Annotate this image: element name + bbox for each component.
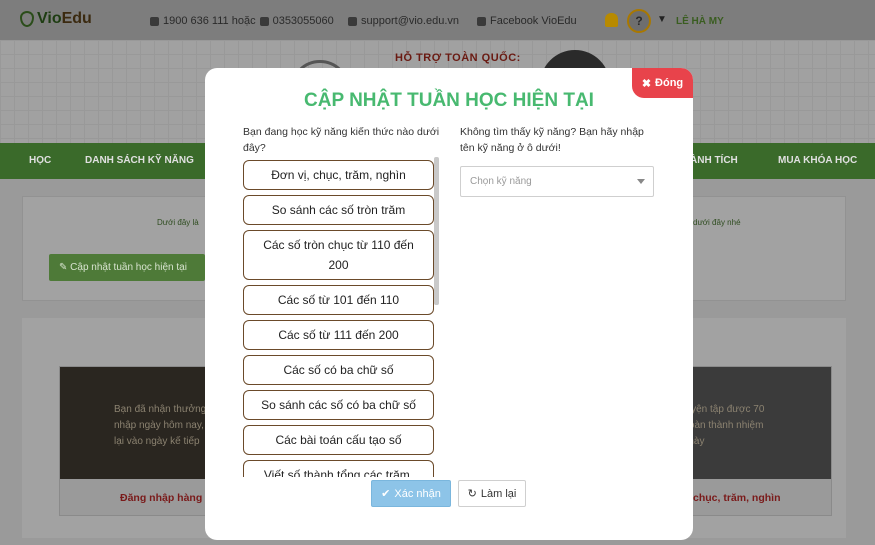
- logo-icon: [20, 11, 34, 27]
- update-week-label: Cập nhật tuần học hiện tại: [70, 262, 187, 273]
- skill-question: Bạn đang học kỹ năng kiến thức nào dưới …: [243, 126, 440, 154]
- phone-number: 1900 636 111 hoặc: [163, 15, 256, 27]
- nav-item-achievements[interactable]: ÀNH TÍCH: [690, 155, 738, 166]
- refresh-icon: ↻: [467, 488, 477, 500]
- intro-text-left: Dưới đây là: [157, 218, 199, 227]
- reset-button[interactable]: ↻ Làm lại: [458, 480, 526, 507]
- facebook-label: Facebook VioEdu: [490, 15, 577, 27]
- skill-option[interactable]: Các bài toán cấu tạo số: [243, 425, 434, 455]
- skill-option[interactable]: Các số từ 111 đến 200: [243, 320, 434, 350]
- confirm-button[interactable]: ✔ Xác nhận: [371, 480, 451, 507]
- card-text-line: lại vào ngày kế tiếp: [114, 436, 200, 447]
- nav-item-skill-list[interactable]: DANH SÁCH KỸ NĂNG: [85, 155, 194, 166]
- mobile-number: 0353055060: [272, 15, 334, 27]
- close-icon: ✖: [641, 77, 652, 90]
- logo-text-vio: Vio: [37, 10, 62, 27]
- skill-list-scrollbar[interactable]: [434, 157, 439, 305]
- bell-icon[interactable]: [605, 13, 618, 27]
- card-caption: Đăng nhập hàng n: [120, 492, 212, 504]
- pencil-icon: ✎: [59, 262, 71, 273]
- nav-item-buy-course[interactable]: MUA KHÓA HỌC: [778, 155, 857, 166]
- phone-contact: 1900 636 111 hoặc 0353055060: [150, 15, 334, 27]
- skill-option[interactable]: Viết số thành tổng các trăm,: [243, 460, 434, 477]
- card-text: Bạn đã nhận thưởng nhập ngày hôm nay, hã…: [114, 402, 218, 450]
- skill-list[interactable]: Đơn vị, chục, trăm, nghìn So sánh các số…: [243, 160, 439, 477]
- facebook-link[interactable]: Facebook VioEdu: [477, 15, 577, 27]
- card-caption: chục, trăm, nghìn: [693, 492, 781, 504]
- email-contact[interactable]: support@vio.edu.vn: [348, 15, 459, 27]
- chevron-down-icon[interactable]: ▼: [657, 14, 667, 25]
- nav-item-learn[interactable]: HỌC: [29, 155, 51, 166]
- logo-text-edu: Edu: [61, 10, 92, 27]
- skill-option[interactable]: Đơn vị, chục, trăm, nghìn: [243, 160, 434, 190]
- skill-option[interactable]: Các số tròn chục từ 110 đến 200: [243, 230, 434, 280]
- card-text-line: nhập ngày hôm nay, hã: [114, 420, 218, 431]
- skill-option[interactable]: Các số từ 101 đến 110: [243, 285, 434, 315]
- confirm-label: Xác nhận: [394, 487, 441, 500]
- update-week-button[interactable]: ✎ Cập nhật tuần học hiện tại: [49, 254, 205, 281]
- skill-select[interactable]: Chọn kỹ năng: [460, 166, 654, 197]
- envelope-icon: [348, 16, 357, 26]
- help-icon[interactable]: ?: [627, 9, 651, 33]
- facebook-icon: [477, 16, 486, 26]
- check-icon: ✔: [381, 488, 391, 500]
- modal-title: CẬP NHẬT TUẦN HỌC HIỆN TẠI: [304, 90, 594, 111]
- update-week-modal: ✖ Đóng CẬP NHẬT TUẦN HỌC HIỆN TẠI Bạn đa…: [205, 68, 693, 540]
- hero-banner-text: HỖ TRỢ TOÀN QUỐC:: [395, 52, 521, 64]
- reset-label: Làm lại: [480, 487, 517, 500]
- skill-option[interactable]: So sánh các số tròn trăm: [243, 195, 434, 225]
- card-text-line: Bạn đã nhận thưởng: [114, 404, 207, 415]
- top-bar: Vio Edu 1900 636 111 hoặc 0353055060 supp…: [0, 0, 875, 40]
- close-label: Đóng: [655, 77, 684, 89]
- phone-icon: [150, 16, 159, 26]
- mobile-icon: [259, 16, 269, 26]
- intro-text-right: dưới đây nhé: [693, 218, 741, 227]
- skill-option[interactable]: Các số có ba chữ số: [243, 355, 434, 385]
- email-address: support@vio.edu.vn: [361, 15, 460, 27]
- skill-select-placeholder: Chọn kỹ năng: [470, 176, 532, 187]
- user-name[interactable]: LÊ HÀ MY: [676, 16, 724, 27]
- skill-option[interactable]: So sánh các số có ba chữ số: [243, 390, 434, 420]
- vioedu-logo[interactable]: Vio Edu: [20, 10, 92, 28]
- caret-down-icon: [637, 179, 645, 184]
- missing-skill-question: Không tìm thấy kỹ năng? Bạn hãy nhập tên…: [460, 126, 644, 154]
